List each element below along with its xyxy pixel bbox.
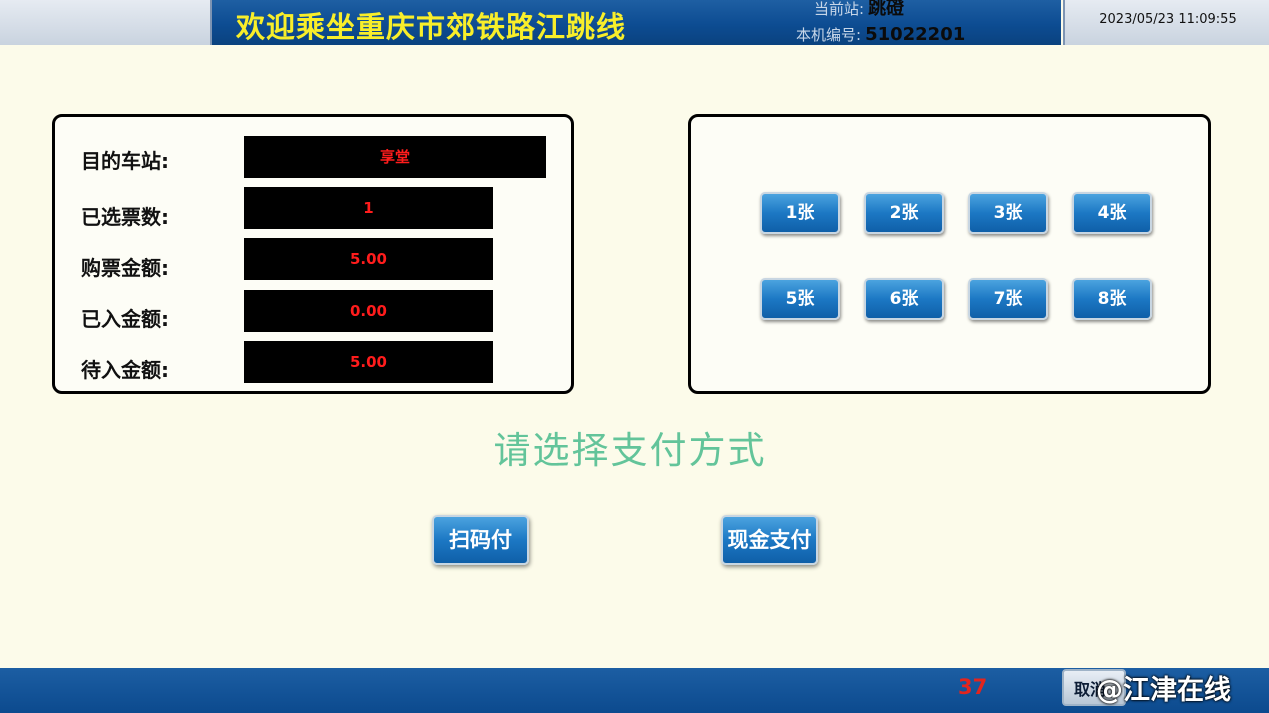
paid-amount-value: 0.00 xyxy=(244,290,493,332)
ticket-3-button[interactable]: 3张 xyxy=(968,192,1048,234)
remaining-amount-label: 待入金额: xyxy=(81,358,169,382)
ticket-count-label: 已选票数: xyxy=(81,205,169,229)
paid-amount-label: 已入金额: xyxy=(81,307,169,331)
purchase-amount-label: 购票金额: xyxy=(81,256,169,280)
header-left-panel xyxy=(0,0,212,45)
countdown-timer: 37 xyxy=(958,675,988,699)
ticket-4-button[interactable]: 4张 xyxy=(1072,192,1152,234)
ticket-6-button[interactable]: 6张 xyxy=(864,278,944,320)
destination-label: 目的车站: xyxy=(81,149,169,173)
ticket-8-button[interactable]: 8张 xyxy=(1072,278,1152,320)
watermark-logo: @江津在线 xyxy=(1096,675,1231,706)
ticket-2-button[interactable]: 2张 xyxy=(864,192,944,234)
datetime: 2023/05/23 11:09:55 xyxy=(1099,12,1237,27)
ticket-5-button[interactable]: 5张 xyxy=(760,278,840,320)
destination-value: 享堂 xyxy=(244,136,546,178)
ticket-1-button[interactable]: 1张 xyxy=(760,192,840,234)
qr-pay-button[interactable]: 扫码付 xyxy=(432,515,529,565)
ticket-info-panel: 目的车站: 享堂 已选票数: 1 购票金额: 5.00 已入金额: 0.00 待… xyxy=(52,114,574,394)
header-bar: 欢迎乘坐重庆市郊铁路江跳线 当前站: 跳磴 本机编号: 51022201 2023/… xyxy=(0,0,1269,45)
ticket-quantity-panel: 1张 2张 3张 4张 5张 6张 7张 8张 xyxy=(688,114,1211,394)
remaining-amount-value: 5.00 xyxy=(244,341,493,383)
current-station-label: 当前站: xyxy=(814,0,865,18)
header-datetime-panel: 2023/05/23 11:09:55 xyxy=(1063,0,1269,45)
ticket-count-value: 1 xyxy=(244,187,493,229)
current-station-value: 跳磴 xyxy=(868,0,905,19)
header-title-panel: 欢迎乘坐重庆市郊铁路江跳线 当前站: 跳磴 本机编号: 51022201 xyxy=(212,0,1061,45)
machine-no-label: 本机编号: xyxy=(796,26,862,44)
purchase-amount-value: 5.00 xyxy=(244,238,493,280)
machine-no-value: 51022201 xyxy=(865,24,966,45)
welcome-title: 欢迎乘坐重庆市郊铁路江跳线 xyxy=(236,10,627,44)
cash-pay-button[interactable]: 现金支付 xyxy=(721,515,818,565)
footer-bar: 37 取消 @江津在线 xyxy=(0,668,1269,713)
ticket-7-button[interactable]: 7张 xyxy=(968,278,1048,320)
payment-prompt: 请选择支付方式 xyxy=(493,429,767,472)
